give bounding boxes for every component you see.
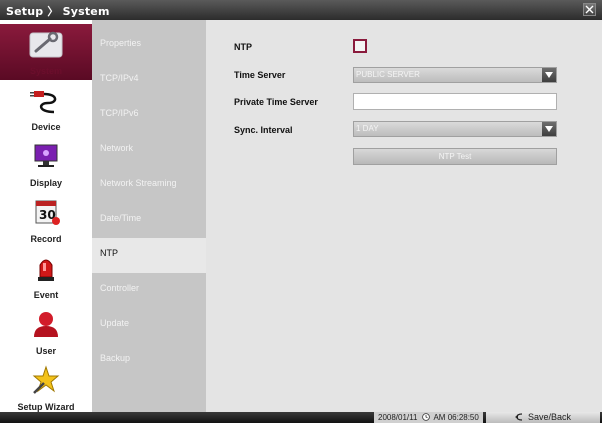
calendar-icon: 30 bbox=[35, 200, 60, 225]
sidebar-item-label: Display bbox=[29, 178, 62, 188]
time-server-value: PUBLIC SERVER bbox=[356, 70, 420, 79]
submenu-item-label: Network Streaming bbox=[100, 178, 177, 188]
submenu: Properties TCP/IPv4 TCP/IPv6 Network Net… bbox=[92, 20, 206, 412]
clock-icon bbox=[421, 413, 430, 421]
ntp-test-button[interactable]: NTP Test bbox=[353, 148, 557, 165]
monitor-icon bbox=[34, 144, 58, 167]
sidebar-item-label: Record bbox=[30, 234, 62, 244]
time-server-label: Time Server bbox=[234, 70, 286, 80]
sidebar-item-label: User bbox=[35, 346, 56, 356]
private-time-server-input[interactable] bbox=[353, 93, 557, 110]
status-bar: 2008/01/11 AM 06:28:50 Save/Back bbox=[0, 412, 602, 423]
submenu-item-label: Network bbox=[100, 143, 134, 153]
submenu-item-controller[interactable]: Controller bbox=[92, 273, 206, 308]
submenu-item-tcp-ipv4[interactable]: TCP/IPv4 bbox=[92, 63, 206, 98]
close-icon bbox=[585, 5, 594, 14]
submenu-item-network-streaming[interactable]: Network Streaming bbox=[92, 168, 206, 203]
cable-plug-icon bbox=[30, 91, 57, 114]
sync-interval-select[interactable]: 1 DAY bbox=[353, 121, 557, 137]
sidebar-item-label: Device bbox=[31, 122, 61, 132]
sidebar-item-label: System bbox=[29, 66, 63, 76]
time-server-select[interactable]: PUBLIC SERVER bbox=[353, 67, 557, 83]
user-icon bbox=[34, 312, 58, 337]
submenu-item-label: Backup bbox=[100, 353, 131, 363]
submenu-item-properties[interactable]: Properties bbox=[92, 28, 206, 63]
sidebar-item-user[interactable]: User bbox=[0, 304, 92, 360]
app-window: Setup 〉 System System Device Display 30 … bbox=[0, 0, 602, 423]
sidebar-item-label: Event bbox=[33, 290, 59, 300]
sidebar-item-system[interactable]: System bbox=[0, 24, 92, 80]
submenu-item-date-time[interactable]: Date/Time bbox=[92, 203, 206, 238]
ntp-settings-panel: NTP Time Server PUBLIC SERVER Private Ti… bbox=[206, 20, 602, 412]
sidebar: System Device Display 30 Record Event Us… bbox=[0, 20, 92, 412]
submenu-item-backup[interactable]: Backup bbox=[92, 343, 206, 378]
submenu-item-label: Update bbox=[100, 318, 130, 328]
wizard-star-icon bbox=[32, 365, 60, 394]
window-title: Setup 〉 System bbox=[6, 5, 110, 18]
sync-interval-label: Sync. Interval bbox=[234, 125, 293, 135]
ntp-label: NTP bbox=[234, 42, 252, 52]
wrench-icon bbox=[29, 31, 63, 58]
sidebar-item-label: Setup Wizard bbox=[17, 402, 75, 412]
submenu-item-tcp-ipv6[interactable]: TCP/IPv6 bbox=[92, 98, 206, 133]
submenu-item-label: TCP/IPv4 bbox=[100, 73, 139, 83]
sidebar-item-event[interactable]: Event bbox=[0, 248, 92, 304]
chevron-down-icon bbox=[542, 68, 556, 82]
submenu-item-label: TCP/IPv6 bbox=[100, 108, 139, 118]
save-back-label: Save/Back bbox=[527, 412, 572, 422]
submenu-item-update[interactable]: Update bbox=[92, 308, 206, 343]
sidebar-item-setup-wizard[interactable]: Setup Wizard bbox=[0, 360, 92, 416]
time-text: AM 06:28:50 bbox=[433, 413, 479, 422]
save-back-button[interactable]: Save/Back bbox=[486, 412, 600, 423]
return-arrow-icon bbox=[514, 413, 523, 421]
private-time-server-label: Private Time Server bbox=[234, 97, 318, 107]
ntp-checkbox[interactable] bbox=[353, 39, 367, 53]
chevron-down-icon bbox=[542, 122, 556, 136]
submenu-item-label: Date/Time bbox=[100, 213, 142, 223]
sync-interval-value: 1 DAY bbox=[356, 124, 379, 133]
submenu-item-label: NTP bbox=[100, 248, 118, 258]
submenu-item-network[interactable]: Network bbox=[92, 133, 206, 168]
siren-icon bbox=[38, 259, 54, 281]
title-bar: Setup 〉 System bbox=[0, 0, 602, 20]
date-text: 2008/01/11 bbox=[378, 413, 418, 422]
submenu-item-label: Properties bbox=[100, 38, 142, 48]
submenu-item-ntp[interactable]: NTP bbox=[92, 238, 206, 273]
sidebar-item-display[interactable]: Display bbox=[0, 136, 92, 192]
sidebar-item-device[interactable]: Device bbox=[0, 80, 92, 136]
sidebar-item-record[interactable]: 30 Record bbox=[0, 192, 92, 248]
datetime-display: 2008/01/11 AM 06:28:50 bbox=[374, 412, 483, 423]
close-button[interactable] bbox=[583, 3, 596, 16]
submenu-item-label: Controller bbox=[100, 283, 140, 293]
